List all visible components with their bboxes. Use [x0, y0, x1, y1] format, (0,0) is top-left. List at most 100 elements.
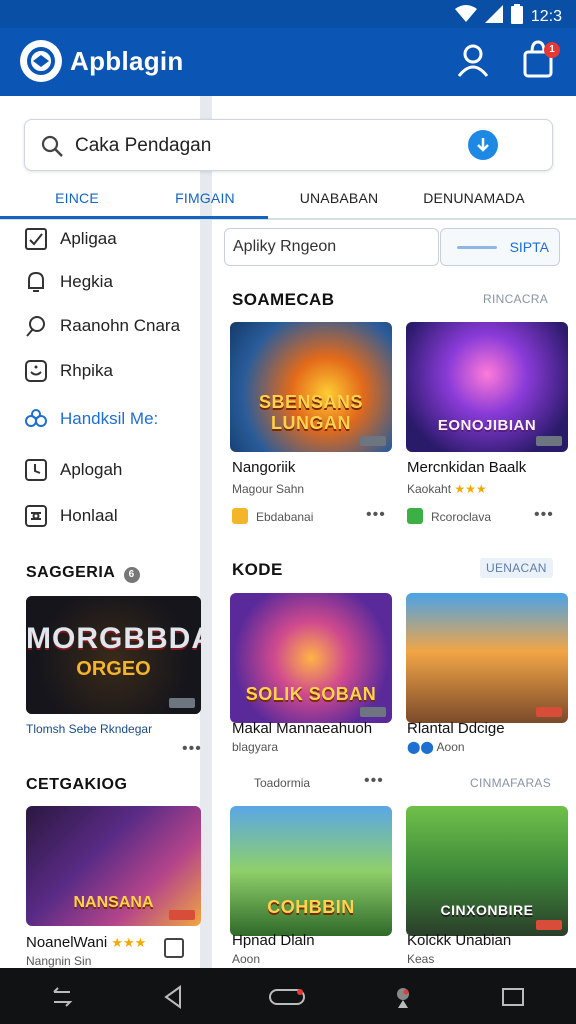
app-bar: Apblagin 1 [0, 28, 576, 96]
game-more-button[interactable]: ••• [366, 506, 386, 524]
section-link-rincacra[interactable]: RINCACRA [483, 292, 548, 306]
game-sub: Keas [407, 952, 435, 966]
game-card-tag [536, 707, 562, 717]
game-card[interactable]: CINXONBIRE [406, 806, 568, 936]
section-title-cetgakiog: CETGAKIOG [26, 776, 128, 793]
game-source: Ebdabanai [256, 510, 314, 524]
game-sub: ⬤⬤ Aoon [407, 740, 465, 754]
game-sub: Kaokaht ★★★ [407, 482, 487, 496]
game-card[interactable]: SBENSANS LUNGAN [230, 322, 392, 452]
game-rating: ★★★ [454, 482, 487, 496]
sidebar-item-hegkia[interactable]: Hegkia [24, 267, 113, 297]
section-title-text: SAGGERIA [26, 564, 115, 581]
side-card-title: NoanelWani ★★★ [26, 934, 146, 951]
game-card-tag [536, 436, 562, 446]
home-icon [269, 989, 305, 1005]
side-card-tag [169, 910, 195, 920]
featured-banner-title: MORGBBDA [26, 622, 201, 655]
link-icon [25, 409, 47, 427]
status-time: 12:3 [530, 7, 562, 25]
cart-button[interactable]: 1 [522, 40, 560, 80]
side-game-card[interactable]: NANSANA [26, 806, 201, 926]
clock-icon [25, 459, 47, 481]
battery-icon [510, 4, 523, 29]
game-card-banner: CINXONBIRE [440, 902, 534, 918]
filter-sort-label: SIPTA [509, 239, 549, 255]
tab-fimgain[interactable]: FIMGAIN [146, 190, 264, 206]
featured-banner-sub: ORGEO [76, 658, 151, 680]
section-title-soamecab: SOAMECAB [232, 290, 335, 309]
side-card-sub: Nangnin Sin [26, 954, 92, 968]
sidebar-item-label: Apligaa [60, 229, 117, 248]
square-icon [502, 988, 524, 1006]
sidebar-item-honlaal[interactable]: Honlaal [24, 501, 118, 531]
back-icon [164, 985, 181, 1009]
game-card-tag [360, 707, 386, 717]
section-more-button[interactable]: ••• [364, 772, 384, 790]
game-card-banner: COHBBIN [267, 897, 355, 917]
filter-sort-button[interactable]: SIPTA [440, 228, 560, 266]
download-button[interactable] [468, 130, 498, 160]
sidebar-item-label: Honlaal [60, 506, 118, 525]
sidebar-scrollbar[interactable] [200, 96, 212, 968]
tab-denunamada[interactable]: DENUNAMADA [404, 190, 544, 206]
game-sub: Magour Sahn [232, 482, 305, 496]
home-button[interactable] [268, 984, 308, 1010]
side-card-checkbox[interactable] [164, 938, 184, 958]
game-card[interactable]: SOLIK SOBAN [230, 593, 392, 723]
game-title: Rlantal Ddcige [407, 720, 505, 737]
source-icon [407, 508, 423, 524]
section-link-uenacan[interactable]: UENACAN [480, 558, 553, 578]
settings-icon [25, 505, 47, 527]
overview-button[interactable] [500, 984, 526, 1010]
side-card-rating: ★★★ [111, 935, 147, 950]
section-link-right[interactable]: CINMAFARAS [470, 776, 551, 790]
active-tab-indicator [0, 216, 268, 219]
featured-game-card[interactable]: MORGBBDA ORGEO [26, 596, 201, 714]
game-title: Hpnad Dlaln [232, 932, 315, 949]
mic-icon [397, 988, 409, 1008]
app-logo[interactable] [20, 40, 62, 82]
cart-badge: 1 [544, 42, 560, 58]
sidebar-item-rhpika[interactable]: Rhpika [24, 356, 113, 386]
game-card[interactable]: EONOJIBIAN [406, 322, 568, 452]
featured-tag [169, 698, 195, 708]
game-sub: Aoon [232, 952, 261, 966]
download-icon [477, 138, 489, 152]
tab-unababan[interactable]: UNABABAN [280, 190, 398, 206]
section-title-saggeria: SAGGERIA 6 [26, 564, 140, 583]
recents-button[interactable] [50, 984, 76, 1010]
sidebar-item-handksil[interactable]: Handksil Me: [24, 404, 158, 434]
featured-caption: Tlomsh Sebe Rkndegar [26, 722, 153, 736]
sidebar-item-label: Raanohn Cnara [60, 316, 181, 335]
category-tabs: EINCE FIMGAIN UNABABAN DENUNAMADA [0, 182, 576, 220]
sidebar-item-aplogah[interactable]: Aplogah [24, 455, 122, 485]
back-button[interactable] [160, 984, 186, 1010]
game-card[interactable]: COHBBIN [230, 806, 392, 936]
edit-icon [26, 316, 45, 337]
search-icon [41, 135, 63, 157]
game-card-banner: SOLIK SOBAN [245, 684, 377, 704]
logo-icon [27, 47, 55, 75]
assistant-button[interactable] [390, 984, 416, 1010]
rotate-icon [53, 987, 73, 1007]
account-button[interactable] [455, 42, 491, 78]
tab-eince[interactable]: EINCE [30, 190, 124, 206]
source-icon [232, 508, 248, 524]
system-navigation-bar [0, 968, 576, 1024]
signal-icon [484, 5, 503, 28]
game-card-tag [536, 920, 562, 930]
section-label-left: Toadormia [254, 776, 311, 790]
game-card-tag [360, 436, 386, 446]
section-count-badge: 6 [123, 567, 140, 583]
slider-icon [457, 246, 497, 249]
filter-input[interactable]: Apliky Rngeon [224, 228, 439, 266]
sidebar-item-raanohn[interactable]: Raanohn Cnara [24, 311, 180, 341]
game-more-button[interactable]: ••• [534, 506, 554, 524]
search-input[interactable]: Caka Pendagan [24, 119, 553, 171]
sidebar-item-apligaa[interactable]: Apligaa [24, 224, 117, 254]
game-source: Rcoroclava [431, 510, 492, 524]
users-icon: ⬤⬤ [407, 740, 434, 754]
featured-more-button[interactable]: ••• [182, 740, 202, 758]
game-card[interactable] [406, 593, 568, 723]
